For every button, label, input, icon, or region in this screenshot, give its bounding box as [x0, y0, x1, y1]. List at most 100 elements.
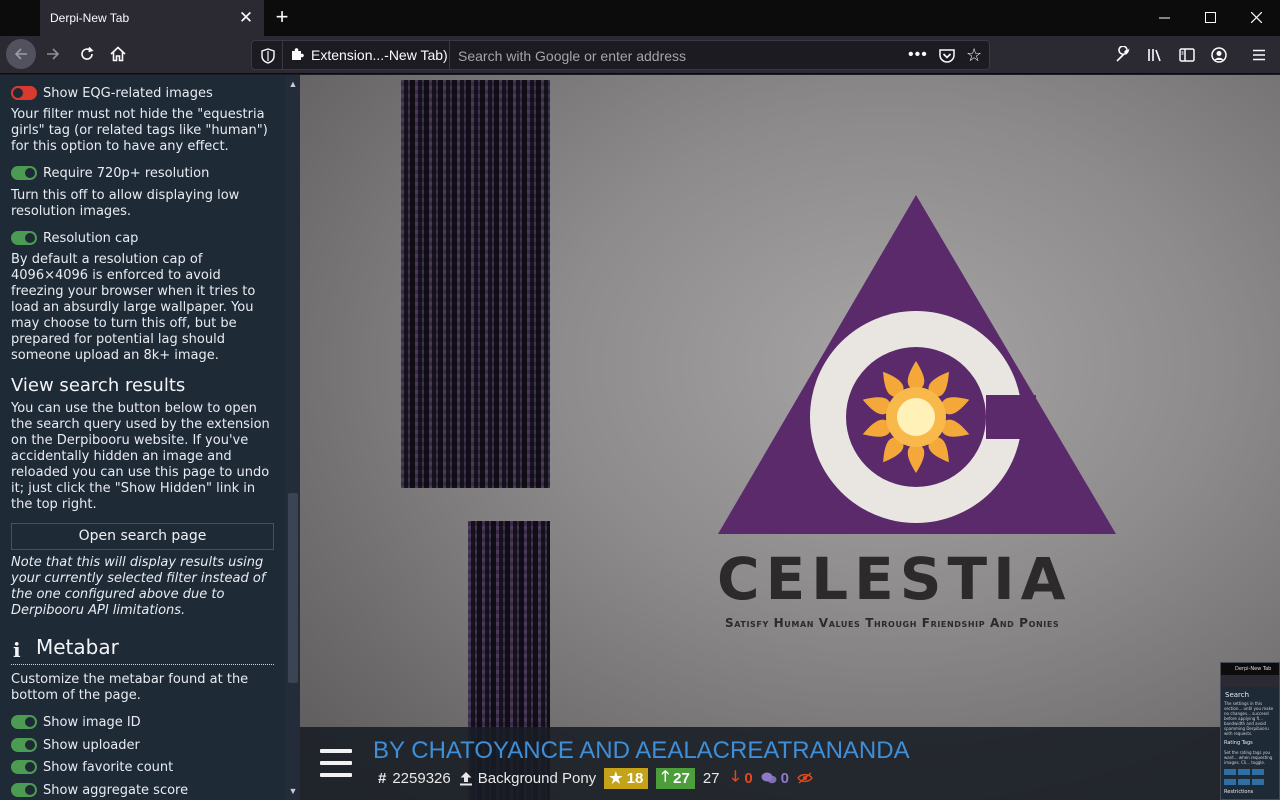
uploader[interactable]: Background Pony [459, 770, 596, 787]
bookmark-star-icon[interactable]: ☆ [966, 45, 982, 66]
scrollbar-thumb[interactable] [288, 493, 298, 683]
sidebar-scrollbar[interactable]: ▲ ▼ [286, 75, 300, 800]
uploader-name: Background Pony [477, 769, 597, 787]
toggle-switch-eqg[interactable] [11, 86, 37, 100]
back-icon[interactable] [6, 39, 36, 69]
comments-count: 0 [780, 769, 789, 787]
toggle-720p-label: Require 720p+ resolution [43, 165, 210, 181]
pocket-icon[interactable] [938, 47, 956, 65]
toggle-switch-cap[interactable] [11, 231, 37, 245]
toggle-cap-label: Resolution cap [43, 230, 139, 246]
metabar: BY CHATOYANCE AND AEALACREATRANANDA # 22… [300, 727, 1280, 800]
sidebar-icon[interactable] [1176, 44, 1198, 66]
view-search-heading: View search results [11, 375, 186, 396]
library-icon[interactable] [1144, 44, 1166, 66]
cap-description: By default a resolution cap of 4096×4096… [11, 252, 256, 363]
favorites-badge[interactable]: ★ 18 [604, 767, 649, 789]
puzzle-icon [289, 46, 305, 65]
artist-link[interactable]: BY CHATOYANCE AND AEALACREATRANANDA [373, 737, 910, 765]
metabar-description: Customize the metabar found at the botto… [11, 672, 249, 703]
wrench-icon[interactable] [1112, 44, 1134, 66]
arrow-down-icon: 🡓 [731, 767, 740, 785]
comments[interactable]: 0 [761, 770, 789, 787]
toggle-switch-uploader[interactable] [11, 738, 37, 752]
mini-rating-text: Set the rating tags you want... when req… [1224, 750, 1273, 765]
mini-restrictions: Restrictions [1224, 789, 1254, 795]
tab-active[interactable]: Derpi-New Tab ✕ [40, 0, 264, 36]
tab-close-icon[interactable]: ✕ [236, 8, 256, 28]
upvotes-count: 27 [673, 769, 690, 787]
metabar-heading: Metabar [36, 635, 119, 659]
url-input[interactable]: Search with Google or enter address [458, 48, 686, 64]
downvotes[interactable]: 🡓 0 [732, 766, 753, 791]
mini-tags [1221, 767, 1279, 777]
tab-strip: Derpi-New Tab ✕ + [0, 0, 1280, 36]
toggle-eqg-label: Show EQG-related images [43, 85, 213, 101]
toggle-uploader-label: Show uploader [43, 737, 140, 753]
toggle-image-id[interactable]: Show image ID [11, 713, 141, 731]
star-icon: ★ [609, 770, 623, 787]
toggle-favorite-label: Show favorite count [43, 759, 174, 775]
hash-icon: # [378, 769, 387, 787]
view-search-description: You can use the button below to open the… [11, 401, 270, 512]
toggle-uploader[interactable]: Show uploader [11, 736, 140, 754]
page-actions-icon[interactable]: ••• [908, 46, 928, 64]
nav-bar: Extension...-New Tab) Search with Google… [0, 36, 1280, 74]
mini-search-heading: Search [1225, 691, 1250, 699]
hamburger-menu-icon[interactable] [320, 749, 352, 777]
open-search-page-button[interactable]: Open search page [11, 523, 274, 550]
reload-icon[interactable] [72, 39, 102, 69]
info-icon: i [13, 638, 21, 662]
tracking-shield-icon[interactable] [258, 46, 278, 66]
image-id[interactable]: # 2259326 [378, 770, 451, 787]
toggle-switch-favorite[interactable] [11, 760, 37, 774]
firefox-view-icon[interactable] [0, 0, 40, 36]
mini-text: The settings in this section... until yo… [1224, 701, 1274, 736]
wallpaper-area: CELESTIA Satisfy Human Values Through Fr… [300, 75, 1280, 800]
celestia-logo [718, 195, 1116, 534]
maximize-icon[interactable] [1187, 0, 1233, 34]
hide-eye-icon[interactable] [797, 772, 813, 784]
toggle-aggregate-score[interactable]: Show aggregate score [11, 781, 188, 799]
toggle-eqg[interactable]: Show EQG-related images [11, 84, 213, 102]
circuit-panel-upper [401, 80, 550, 488]
mini-window-preview[interactable]: Derpi-New Tab Search The settings in thi… [1220, 662, 1280, 800]
minimize-icon[interactable] [1141, 0, 1187, 34]
upvotes-badge[interactable]: 🡑 27 [656, 767, 695, 789]
toggle-switch-image-id[interactable] [11, 715, 37, 729]
toggle-720p[interactable]: Require 720p+ resolution [11, 164, 209, 182]
mini-tags-2 [1221, 777, 1279, 787]
metabar-stats: # 2259326 Background Pony ★ 18 🡑 27 27 🡓… [378, 767, 821, 789]
metabar-section-header: i Metabar [11, 635, 274, 665]
toggle-favorite-count[interactable]: Show favorite count [11, 758, 173, 776]
score: 27 [702, 769, 720, 787]
logo-c-gap [986, 395, 1036, 439]
url-bar[interactable]: Extension...-New Tab) Search with Google… [251, 40, 990, 70]
tab-title: Derpi-New Tab [50, 11, 130, 25]
scroll-up-icon[interactable]: ▲ [286, 77, 300, 91]
extension-identity[interactable]: Extension...-New Tab) [282, 41, 450, 69]
upload-icon [459, 771, 473, 786]
toggle-switch-score[interactable] [11, 783, 37, 797]
mini-rating-heading: Rating Tags [1224, 740, 1253, 746]
image-id-value: 2259326 [392, 769, 451, 787]
api-note: Note that this will display results usin… [11, 555, 266, 618]
comments-icon [761, 771, 777, 785]
window-close-icon[interactable] [1233, 0, 1279, 34]
forward-icon[interactable] [38, 39, 68, 69]
wallpaper-title: CELESTIA [717, 545, 1072, 613]
home-icon[interactable] [103, 39, 133, 69]
mini-tab: Derpi-New Tab [1221, 663, 1279, 675]
toggle-resolution-cap[interactable]: Resolution cap [11, 229, 138, 247]
scroll-down-icon[interactable]: ▼ [286, 784, 300, 798]
resolution-description: Turn this off to allow displaying low re… [11, 188, 240, 219]
downvotes-count: 0 [744, 769, 753, 787]
menu-icon[interactable] [1248, 44, 1270, 66]
account-icon[interactable] [1208, 44, 1230, 66]
mini-navbar [1221, 675, 1279, 687]
toggle-score-label: Show aggregate score [43, 782, 189, 798]
new-tab-button[interactable]: + [270, 6, 294, 30]
extension-label: Extension...-New Tab) [311, 47, 448, 63]
favorites-count: 18 [626, 769, 644, 787]
toggle-switch-720p[interactable] [11, 166, 37, 180]
